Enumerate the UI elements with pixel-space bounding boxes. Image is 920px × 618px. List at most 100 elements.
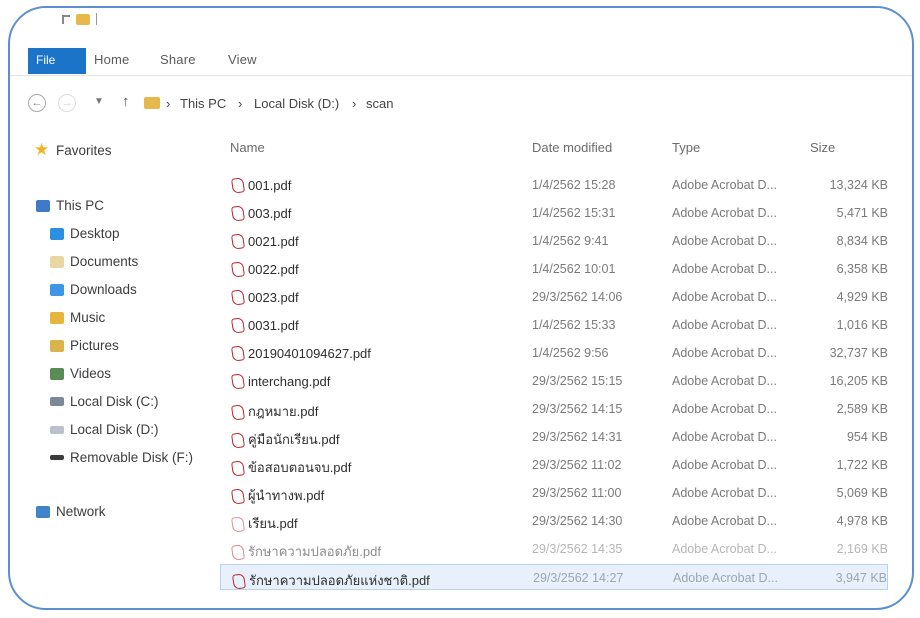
file-type: Adobe Acrobat D... bbox=[672, 178, 777, 192]
nav-label: Removable Disk (F:) bbox=[70, 450, 194, 465]
pdf-file-icon bbox=[230, 177, 244, 193]
file-date-modified: 1/4/2562 15:28 bbox=[532, 178, 616, 192]
file-type: Adobe Acrobat D... bbox=[672, 486, 777, 500]
file-row-selected[interactable]: รักษาความปลอดภัยแห่งชาติ.pdf 29/3/2562 1… bbox=[220, 564, 888, 590]
file-row[interactable]: เรียน.pdf 29/3/2562 14:30 Adobe Acrobat … bbox=[220, 508, 888, 534]
tab-view[interactable]: View bbox=[228, 52, 257, 67]
file-row[interactable]: 003.pdf 1/4/2562 15:31 Adobe Acrobat D..… bbox=[220, 200, 888, 226]
file-date-modified: 1/4/2562 15:31 bbox=[532, 206, 616, 220]
nav-videos[interactable]: Videos bbox=[50, 366, 111, 381]
file-date-modified: 29/3/2562 11:02 bbox=[532, 458, 622, 472]
file-row[interactable]: 0021.pdf 1/4/2562 9:41 Adobe Acrobat D..… bbox=[220, 228, 888, 254]
file-name: 20190401094627.pdf bbox=[248, 345, 371, 361]
file-row[interactable]: กฎหมาย.pdf 29/3/2562 14:15 Adobe Acrobat… bbox=[220, 396, 888, 422]
file-type: Adobe Acrobat D... bbox=[672, 374, 777, 388]
nav-local-disk-c[interactable]: Local Disk (C:) bbox=[50, 394, 159, 409]
file-row[interactable]: ผู้นำทางพ.pdf 29/3/2562 11:00 Adobe Acro… bbox=[220, 480, 888, 506]
file-size: 8,834 KB bbox=[836, 234, 888, 248]
nav-this-pc[interactable]: This PC bbox=[36, 198, 104, 213]
file-name: 0031.pdf bbox=[248, 317, 299, 333]
nav-network[interactable]: Network bbox=[36, 504, 106, 519]
location-folder-icon bbox=[144, 97, 160, 109]
file-type: Adobe Acrobat D... bbox=[672, 290, 777, 304]
breadcrumb-scan[interactable]: scan bbox=[366, 96, 393, 111]
file-date-modified: 1/4/2562 9:56 bbox=[532, 346, 609, 360]
breadcrumb-separator: › bbox=[166, 96, 171, 111]
file-date-modified: 29/3/2562 15:15 bbox=[532, 374, 623, 388]
file-name: 0021.pdf bbox=[248, 233, 299, 249]
pdf-file-icon bbox=[230, 233, 244, 249]
nav-local-disk-d[interactable]: Local Disk (D:) bbox=[50, 422, 159, 437]
tab-share[interactable]: Share bbox=[160, 52, 196, 67]
hard-drive-icon bbox=[50, 397, 64, 406]
breadcrumb-separator: › bbox=[238, 96, 243, 111]
toolbar-separator bbox=[96, 13, 97, 25]
recent-locations-chevron-icon[interactable]: ▼ bbox=[94, 96, 104, 107]
file-row[interactable]: ข้อสอบตอนจบ.pdf 29/3/2562 11:02 Adobe Ac… bbox=[220, 452, 888, 478]
file-size: 1,016 KB bbox=[836, 318, 888, 332]
file-row[interactable]: 001.pdf 1/4/2562 15:28 Adobe Acrobat D..… bbox=[220, 172, 888, 198]
file-row[interactable]: รักษาความปลอดภัย.pdf 29/3/2562 14:35 Ado… bbox=[220, 536, 888, 562]
file-date-modified: 1/4/2562 9:41 bbox=[532, 234, 609, 248]
computer-icon bbox=[36, 199, 50, 212]
back-arrow-icon[interactable]: ← bbox=[28, 94, 46, 112]
up-arrow-icon[interactable]: ↑ bbox=[122, 93, 130, 110]
documents-icon bbox=[50, 255, 64, 268]
file-row[interactable]: คู่มือนักเรียน.pdf 29/3/2562 14:31 Adobe… bbox=[220, 424, 888, 450]
nav-pictures[interactable]: Pictures bbox=[50, 338, 119, 353]
column-header-name[interactable]: Name bbox=[230, 140, 265, 155]
forward-arrow-icon[interactable]: → bbox=[58, 94, 76, 112]
column-header-size[interactable]: Size bbox=[810, 140, 835, 155]
nav-label: Documents bbox=[70, 254, 139, 269]
network-icon bbox=[36, 505, 50, 518]
breadcrumb-local-disk-d[interactable]: Local Disk (D:) bbox=[254, 96, 339, 111]
undo-icon[interactable] bbox=[62, 14, 70, 24]
pdf-file-icon bbox=[230, 516, 244, 532]
nav-removable-disk-f[interactable]: Removable Disk (F:) bbox=[50, 450, 193, 465]
file-date-modified: 29/3/2562 14:15 bbox=[532, 402, 623, 416]
nav-desktop[interactable]: Desktop bbox=[50, 226, 120, 241]
nav-label: Pictures bbox=[70, 338, 119, 353]
pdf-file-icon bbox=[230, 544, 244, 560]
nav-downloads[interactable]: Downloads bbox=[50, 282, 137, 297]
file-type: Adobe Acrobat D... bbox=[672, 234, 777, 248]
nav-favorites[interactable]: ★ Favorites bbox=[34, 140, 112, 159]
pdf-file-icon bbox=[230, 345, 244, 361]
file-row[interactable]: 20190401094627.pdf 1/4/2562 9:56 Adobe A… bbox=[220, 340, 888, 366]
music-icon bbox=[50, 311, 64, 324]
file-date-modified: 29/3/2562 14:27 bbox=[533, 571, 624, 585]
nav-label: Downloads bbox=[70, 282, 137, 297]
pdf-file-icon bbox=[230, 432, 244, 448]
file-date-modified: 1/4/2562 10:01 bbox=[532, 262, 616, 276]
file-list: Name Date modified Type Size 001.pdf 1/4… bbox=[214, 132, 902, 608]
address-bar: ← → ▼ ↑ › This PC › Local Disk (D:) › sc… bbox=[10, 88, 912, 118]
pdf-file-icon bbox=[230, 261, 244, 277]
column-header-date-modified[interactable]: Date modified bbox=[532, 140, 612, 155]
file-name: เรียน.pdf bbox=[248, 516, 298, 531]
nav-label: Music bbox=[70, 310, 106, 325]
file-row[interactable]: 0031.pdf 1/4/2562 15:33 Adobe Acrobat D.… bbox=[220, 312, 888, 338]
nav-label: Network bbox=[56, 504, 106, 519]
file-name: รักษาความปลอดภัย.pdf bbox=[248, 544, 381, 559]
nav-documents[interactable]: Documents bbox=[50, 254, 138, 269]
folder-icon[interactable] bbox=[76, 13, 90, 25]
file-name: 001.pdf bbox=[248, 177, 292, 193]
file-name: ผู้นำทางพ.pdf bbox=[248, 488, 325, 503]
file-row[interactable]: interchang.pdf 29/3/2562 15:15 Adobe Acr… bbox=[220, 368, 888, 394]
quick-access-toolbar bbox=[62, 13, 97, 25]
file-name: interchang.pdf bbox=[248, 373, 331, 389]
column-header-type[interactable]: Type bbox=[672, 140, 700, 155]
tab-home[interactable]: Home bbox=[94, 52, 129, 67]
nav-label: Local Disk (D:) bbox=[70, 422, 159, 437]
nav-music[interactable]: Music bbox=[50, 310, 105, 325]
nav-label: This PC bbox=[56, 198, 105, 213]
navigation-pane: ★ Favorites This PC Desktop Documents Do… bbox=[10, 128, 210, 608]
pdf-file-icon bbox=[230, 488, 244, 504]
file-row[interactable]: 0023.pdf 29/3/2562 14:06 Adobe Acrobat D… bbox=[220, 284, 888, 310]
file-row[interactable]: 0022.pdf 1/4/2562 10:01 Adobe Acrobat D.… bbox=[220, 256, 888, 282]
star-icon: ★ bbox=[34, 140, 50, 159]
tab-file[interactable]: File bbox=[28, 48, 86, 74]
breadcrumb-this-pc[interactable]: This PC bbox=[180, 96, 226, 111]
file-size: 5,471 KB bbox=[836, 206, 888, 220]
file-date-modified: 29/3/2562 11:00 bbox=[532, 486, 622, 500]
